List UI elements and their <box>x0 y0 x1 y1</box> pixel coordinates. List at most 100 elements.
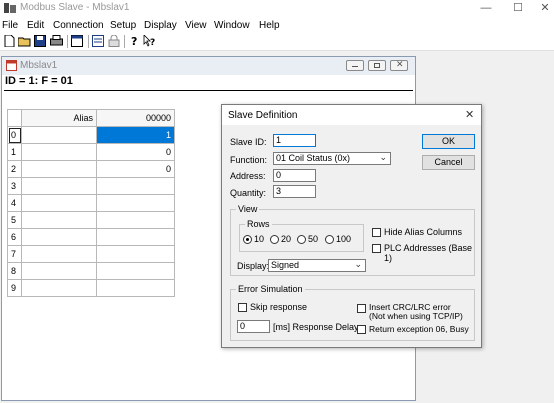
menu-view[interactable]: View <box>185 20 207 31</box>
child-title-bar: Mbslav1 ✕ <box>2 57 415 75</box>
table-row[interactable]: 20 <box>7 160 175 178</box>
display-select[interactable]: Signed ⌄ <box>268 259 366 272</box>
menu-bar: File Edit Connection Setup Display View … <box>0 17 554 33</box>
help-icon[interactable]: ? <box>128 35 141 47</box>
child-close-button[interactable]: ✕ <box>390 59 408 71</box>
column-header-address: 00000 <box>96 109 175 127</box>
minimize-button[interactable]: — <box>474 0 498 17</box>
rows-20-radio[interactable] <box>270 235 279 244</box>
alias-cell[interactable] <box>21 228 97 246</box>
alias-cell[interactable] <box>21 245 97 263</box>
child-maximize-button[interactable] <box>368 60 386 71</box>
plc-addresses-checkbox[interactable] <box>372 244 381 253</box>
error-simulation-title: Error Simulation <box>236 284 305 294</box>
menu-help[interactable]: Help <box>259 20 280 31</box>
menu-window[interactable]: Window <box>214 20 250 31</box>
hide-alias-label: Hide Alias Columns <box>384 227 463 237</box>
register-grid: Alias 00000 01 10 20 3 4 5 6 7 8 9 <box>7 109 175 297</box>
toolbar-separator <box>124 35 125 48</box>
table-row[interactable]: 8 <box>7 262 175 280</box>
menu-setup[interactable]: Setup <box>110 20 136 31</box>
rows-group: Rows 10 20 50 100 <box>239 219 364 252</box>
menu-edit[interactable]: Edit <box>27 20 44 31</box>
slave-definition-icon[interactable] <box>92 35 105 47</box>
dialog-title: Slave Definition <box>228 110 298 121</box>
hide-alias-checkbox[interactable] <box>372 228 381 237</box>
toolbar-separator <box>88 35 89 48</box>
table-row[interactable]: 9 <box>7 279 175 297</box>
table-row[interactable]: 01 <box>7 126 175 144</box>
alias-cell[interactable] <box>21 160 97 178</box>
slave-id-input[interactable]: 1 <box>273 134 316 147</box>
response-delay-input[interactable]: 0 <box>237 320 270 333</box>
table-row[interactable]: 10 <box>7 143 175 161</box>
open-icon[interactable] <box>18 35 31 47</box>
menu-connection[interactable]: Connection <box>53 20 104 31</box>
table-row[interactable]: 7 <box>7 245 175 263</box>
chevron-down-icon: ⌄ <box>379 152 387 162</box>
value-cell[interactable]: 1 <box>96 126 175 144</box>
alias-cell[interactable] <box>21 279 97 297</box>
toolbar-separator <box>67 35 68 48</box>
table-row[interactable]: 3 <box>7 177 175 195</box>
value-cell[interactable] <box>96 211 175 229</box>
rows-10-radio[interactable] <box>243 235 252 244</box>
save-icon[interactable] <box>34 35 47 47</box>
rows-50-label: 50 <box>308 234 319 244</box>
alias-cell[interactable] <box>21 143 97 161</box>
grid-corner <box>7 109 22 127</box>
app-title: Modbus Slave - Mbslav1 <box>20 2 130 13</box>
value-cell[interactable]: 0 <box>96 143 175 161</box>
row-number: 8 <box>7 262 22 280</box>
skip-response-checkbox[interactable] <box>238 303 247 312</box>
table-row[interactable]: 6 <box>7 228 175 246</box>
cancel-button[interactable]: Cancel <box>422 155 475 170</box>
view-group-title: View <box>236 204 260 214</box>
value-cell[interactable] <box>96 245 175 263</box>
svg-text:?: ? <box>131 35 137 47</box>
value-cell[interactable] <box>96 279 175 297</box>
window-icon[interactable] <box>71 35 84 47</box>
rows-50-radio[interactable] <box>297 235 306 244</box>
table-row[interactable]: 5 <box>7 211 175 229</box>
function-select-value: 01 Coil Status (0x) <box>276 153 351 163</box>
rows-group-title: Rows <box>245 219 272 229</box>
insert-crc-checkbox[interactable] <box>357 304 366 313</box>
alias-cell[interactable] <box>21 177 97 195</box>
alias-cell[interactable] <box>21 126 97 144</box>
dialog-close-button[interactable]: ✕ <box>465 108 474 121</box>
context-help-icon[interactable]: ? <box>143 35 156 47</box>
maximize-button[interactable]: ☐ <box>506 0 530 17</box>
print-icon[interactable] <box>50 35 63 47</box>
table-row[interactable]: 4 <box>7 194 175 212</box>
value-cell[interactable]: 0 <box>96 160 175 178</box>
child-title: Mbslav1 <box>20 60 58 71</box>
return-exception-checkbox[interactable] <box>357 325 366 334</box>
row-number: 6 <box>7 228 22 246</box>
address-input[interactable]: 0 <box>273 169 316 182</box>
menu-display[interactable]: Display <box>144 20 177 31</box>
child-minimize-button[interactable] <box>346 60 364 71</box>
rows-20-label: 20 <box>281 234 292 244</box>
value-cell[interactable] <box>96 194 175 212</box>
quantity-input[interactable]: 3 <box>273 185 316 198</box>
display-label: Display: <box>237 261 270 271</box>
alias-cell[interactable] <box>21 211 97 229</box>
value-cell[interactable] <box>96 177 175 195</box>
menu-file[interactable]: File <box>2 20 18 31</box>
value-cell[interactable] <box>96 262 175 280</box>
new-icon[interactable] <box>3 35 16 47</box>
lock-icon[interactable] <box>108 35 121 47</box>
skip-response-label: Skip response <box>250 302 308 312</box>
close-button[interactable]: ✕ <box>533 0 554 17</box>
ok-button[interactable]: OK <box>422 134 475 149</box>
function-select[interactable]: 01 Coil Status (0x) ⌄ <box>273 152 391 165</box>
display-select-value: Signed <box>271 260 300 270</box>
title-bar: Modbus Slave - Mbslav1 — ☐ ✕ <box>0 0 554 17</box>
value-cell[interactable] <box>96 228 175 246</box>
chevron-down-icon: ⌄ <box>354 259 362 269</box>
alias-cell[interactable] <box>21 194 97 212</box>
svg-text:?: ? <box>150 38 155 47</box>
alias-cell[interactable] <box>21 262 97 280</box>
rows-100-radio[interactable] <box>325 235 334 244</box>
